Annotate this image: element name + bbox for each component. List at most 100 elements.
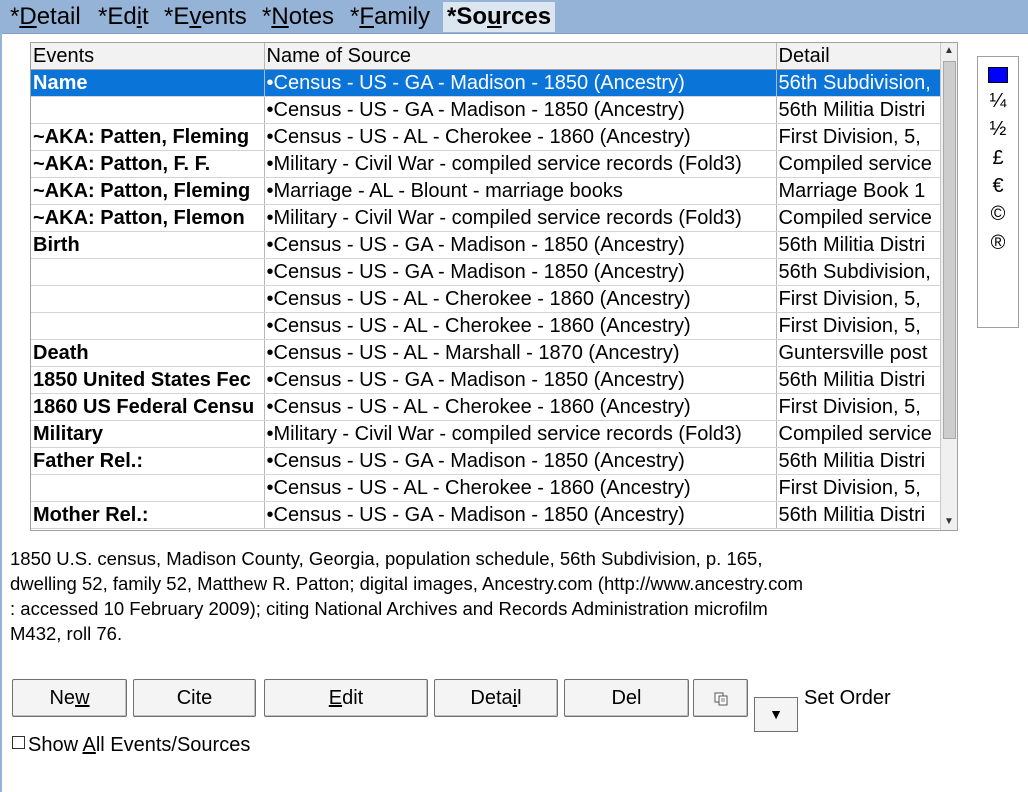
table-row[interactable]: ~AKA: Patton, Fleming •Marriage - AL - Bl… (31, 177, 941, 205)
sources-grid[interactable]: Events Name of Source Detail Name •Census… (30, 42, 958, 531)
tab-edit[interactable]: *Edit (96, 2, 151, 32)
source-cell: •Census - US - GA - Madison - 1850 (Ance… (264, 366, 777, 394)
source-cell: •Marriage - AL - Blount - marriage books (264, 177, 777, 205)
event-cell: ~AKA: Patton, Flemon (31, 204, 265, 232)
column-header-events[interactable]: Events (31, 43, 265, 70)
detail-cell: 56th Subdivision, (776, 258, 941, 286)
table-row[interactable]: •Census - US - GA - Madison - 1850 (Ance… (31, 96, 941, 124)
detail-cell: First Division, 5, (776, 285, 941, 313)
table-row[interactable]: 1860 US Federal Censu •Census - US - AL -… (31, 393, 941, 421)
symbol-euro[interactable]: € (978, 175, 1018, 198)
table-row[interactable]: Name •Census - US - GA - Madison - 1850 (… (31, 69, 941, 97)
symbol-copyright[interactable]: © (978, 203, 1018, 226)
color-swatch[interactable] (988, 67, 1008, 83)
source-cell: •Census - US - GA - Madison - 1850 (Ance… (264, 96, 777, 124)
edit-button[interactable]: Edit (264, 679, 428, 717)
column-header-detail[interactable]: Detail (776, 43, 941, 70)
event-cell: ~AKA: Patton, F. F. (31, 150, 265, 178)
new-button[interactable]: New (12, 679, 127, 717)
event-cell: Death (31, 339, 265, 367)
tab-bar: *Detail *Edit *Events *Notes *Family *So… (0, 0, 1028, 34)
tab-family[interactable]: *Family (348, 2, 432, 32)
chevron-down-icon: ▼ (769, 706, 783, 722)
detail-cell: Compiled service (776, 204, 941, 232)
copy-icon (714, 692, 727, 706)
source-cell: •Census - US - AL - Cherokee - 1860 (Anc… (264, 123, 777, 151)
detail-cell: First Division, 5, (776, 123, 941, 151)
table-row[interactable]: Military •Military - Civil War - compiled… (31, 420, 941, 448)
table-row[interactable]: Father Rel.: •Census - US - GA - Madison … (31, 447, 941, 475)
source-cell: •Military - Civil War - compiled service… (264, 204, 777, 232)
source-cell: •Census - US - AL - Cherokee - 1860 (Anc… (264, 285, 777, 313)
table-row[interactable]: Birth •Census - US - GA - Madison - 1850 … (31, 231, 941, 259)
event-cell: 1850 United States Fec (31, 366, 265, 394)
event-cell (31, 474, 265, 502)
symbol-one-half[interactable]: ½ (978, 118, 1018, 141)
source-cell: •Census - US - AL - Cherokee - 1860 (Anc… (264, 393, 777, 421)
detail-cell: First Division, 5, (776, 312, 941, 340)
source-cell: •Census - US - GA - Madison - 1850 (Ance… (264, 447, 777, 475)
table-row[interactable]: ~AKA: Patton, Flemon •Military - Civil Wa… (31, 204, 941, 232)
symbol-palette: ¼ ½ £ € © ® (977, 56, 1019, 328)
symbol-pound[interactable]: £ (978, 147, 1018, 170)
show-all-checkbox[interactable]: Show All Events/Sources (12, 734, 250, 757)
source-cell: •Census - US - AL - Cherokee - 1860 (Anc… (264, 312, 777, 340)
source-cell: •Military - Civil War - compiled service… (264, 150, 777, 178)
table-row[interactable]: ~AKA: Patten, Fleming •Census - US - AL -… (31, 123, 941, 151)
source-cell: •Census - US - AL - Cherokee - 1860 (Anc… (264, 474, 777, 502)
event-cell (31, 312, 265, 340)
tab-events[interactable]: *Events (162, 2, 249, 32)
tab-notes[interactable]: *Notes (260, 2, 336, 32)
detail-cell: 56th Militia Distri (776, 366, 941, 394)
detail-cell: 56th Militia Distri (776, 231, 941, 259)
detail-cell: Compiled service (776, 150, 941, 178)
detail-cell: 56th Militia Distri (776, 447, 941, 475)
event-cell (31, 96, 265, 124)
table-row[interactable]: Death •Census - US - AL - Marshall - 1870… (31, 339, 941, 367)
event-cell: Name (31, 69, 265, 97)
table-row[interactable]: ~AKA: Patton, F. F. •Military - Civil War… (31, 150, 941, 178)
table-row[interactable]: •Census - US - AL - Cherokee - 1860 (Anc… (31, 312, 941, 340)
cite-button[interactable]: Cite (133, 679, 256, 717)
event-cell: Military (31, 420, 265, 448)
checkbox-box[interactable] (12, 736, 25, 749)
citation-line: M432, roll 76. (10, 623, 123, 644)
column-header-source[interactable]: Name of Source (264, 43, 777, 70)
scroll-thumb[interactable] (943, 61, 956, 439)
citation-line: : accessed 10 February 2009); citing Nat… (10, 598, 768, 619)
event-cell: ~AKA: Patten, Fleming (31, 123, 265, 151)
window-left-border (0, 33, 2, 792)
detail-cell: Marriage Book 1 (776, 177, 941, 205)
event-cell: ~AKA: Patton, Fleming (31, 177, 265, 205)
table-row[interactable]: Mother Rel.: •Census - US - GA - Madison … (31, 501, 941, 529)
detail-cell: Compiled service (776, 420, 941, 448)
citation-text: 1850 U.S. census, Madison County, Georgi… (10, 546, 940, 646)
table-row[interactable]: •Census - US - GA - Madison - 1850 (Ance… (31, 258, 941, 286)
source-cell: •Census - US - GA - Madison - 1850 (Ance… (264, 501, 777, 529)
table-row[interactable]: •Census - US - AL - Cherokee - 1860 (Anc… (31, 285, 941, 313)
scroll-down-icon[interactable]: ▼ (941, 514, 957, 530)
sources-table: Events Name of Source Detail Name •Census… (31, 43, 941, 529)
delete-button[interactable]: Del (564, 679, 689, 717)
detail-button[interactable]: Detail (434, 679, 558, 717)
source-cell: •Census - US - GA - Madison - 1850 (Ance… (264, 231, 777, 259)
grid-header-row: Events Name of Source Detail (31, 43, 941, 70)
tab-sources[interactable]: *Sources (443, 2, 556, 32)
table-row[interactable]: 1850 United States Fec •Census - US - GA … (31, 366, 941, 394)
symbol-one-quarter[interactable]: ¼ (978, 90, 1018, 113)
source-cell: •Census - US - AL - Marshall - 1870 (Anc… (264, 339, 777, 367)
source-cell: •Military - Civil War - compiled service… (264, 420, 777, 448)
set-order-label: Set Order (804, 687, 891, 709)
source-cell: •Census - US - GA - Madison - 1850 (Ance… (264, 69, 777, 97)
event-cell: Father Rel.: (31, 447, 265, 475)
event-cell: 1860 US Federal Censu (31, 393, 265, 421)
copy-button[interactable] (693, 679, 748, 717)
grid-scrollbar[interactable]: ▲ ▼ (940, 43, 957, 530)
source-cell: •Census - US - GA - Madison - 1850 (Ance… (264, 258, 777, 286)
citation-line: dwelling 52, family 52, Matthew R. Patto… (10, 573, 804, 594)
scroll-up-icon[interactable]: ▲ (941, 43, 957, 59)
tab-detail[interactable]: *Detail (8, 2, 83, 32)
set-order-dropdown[interactable]: ▼ (754, 697, 798, 732)
table-row[interactable]: •Census - US - AL - Cherokee - 1860 (Anc… (31, 474, 941, 502)
symbol-registered[interactable]: ® (978, 232, 1018, 255)
